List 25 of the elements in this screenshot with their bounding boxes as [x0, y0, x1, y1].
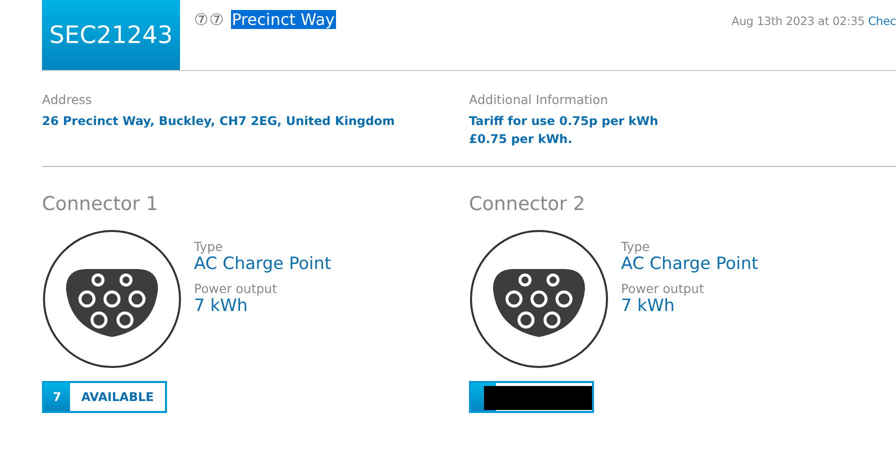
power-value: 7 kWh: [621, 296, 676, 316]
status-count: 7: [44, 383, 70, 411]
connector-title: Connector 2: [469, 193, 586, 215]
info-label: Address: [42, 92, 93, 107]
type-value: AC Charge Point: [194, 254, 332, 274]
check-link[interactable]: Chec: [868, 14, 896, 28]
connector-plug-icon: [42, 229, 182, 369]
type-value: AC Charge Point: [621, 254, 758, 274]
circled-number: ⑦: [194, 10, 208, 29]
power-label: Power output: [621, 281, 705, 296]
power-label: Power output: [194, 281, 278, 296]
type-label: Type: [194, 239, 224, 254]
station-code: SEC21243: [42, 0, 180, 70]
info-value: £0.75 per kWh.: [469, 131, 574, 148]
status-text: AVAILABLE: [80, 389, 155, 406]
power-value: 7 kWh: [194, 296, 249, 316]
station-title: Precinct Way: [230, 10, 336, 29]
info-label: Additional Information: [469, 92, 610, 107]
circled-number: ⑦: [209, 10, 224, 29]
info-value: Tariff for use 0.75p per kWh: [469, 113, 660, 130]
connector-title: Connector 1: [42, 193, 160, 215]
date-text: Aug 13th 2023 at 02:35: [732, 14, 865, 28]
type-label: Type: [621, 239, 651, 254]
connector-plug-icon: [469, 229, 609, 369]
info-value: 26 Precinct Way, Buckley, CH7 2EG, United Kingdom: [42, 113, 396, 130]
